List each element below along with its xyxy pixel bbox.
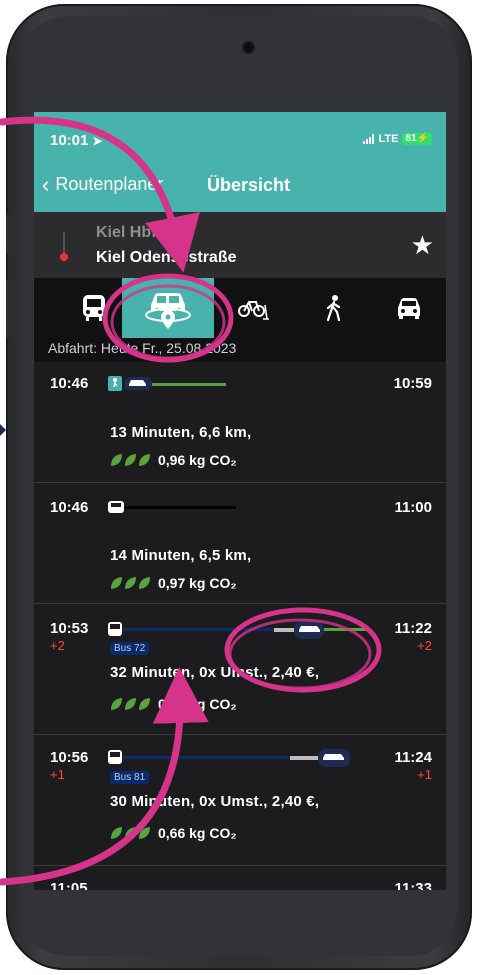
route-destination[interactable]: Kiel Odensestraße [96, 249, 237, 267]
network-label: LTE [378, 133, 399, 145]
route-timeline [108, 749, 350, 767]
departure-info[interactable]: Abfahrt: Heute Fr., 25.08.2023 [34, 338, 446, 362]
bus-bar [122, 628, 274, 631]
co2-info: 0,66 kg CO₂ [110, 825, 237, 841]
co2-value: 0,66 kg CO₂ [158, 825, 237, 841]
result-row-5[interactable]: 11:05 11:33 [34, 866, 446, 890]
navigation-bar: ‹ Routenplaner Übersicht [34, 160, 446, 212]
departure-delay: +2 [50, 638, 65, 653]
co2-info: 0,13 kg CO₂ [110, 696, 237, 712]
departure-time: 11:05 [50, 880, 88, 890]
mute-switch [6, 214, 11, 254]
co2-info: 0,96 kg CO₂ [110, 452, 237, 468]
route-summary: 30 Minuten, 0x Umst., 2,40 €, [110, 793, 320, 810]
back-label: Routenplaner [55, 174, 164, 194]
route-bar [152, 383, 226, 386]
tab-public-transport[interactable] [74, 278, 114, 338]
walk-bar [290, 756, 320, 760]
departure-delay: +1 [50, 767, 65, 782]
transport-mode-tabs [34, 278, 446, 338]
walk-bar [274, 628, 296, 632]
status-time: 10:01 ➤ [50, 132, 103, 149]
location-arrow-icon: ➤ [92, 134, 103, 148]
co2-info: 0,97 kg CO₂ [110, 575, 237, 591]
route-summary: 32 Minuten, 0x Umst., 2,40 €, [110, 664, 320, 681]
co2-value: 0,97 kg CO₂ [158, 575, 237, 591]
arrival-time: 11:22 [394, 620, 432, 637]
car-icon [398, 298, 420, 319]
tab-walk[interactable] [314, 278, 354, 338]
car-sharing-icon [145, 293, 191, 329]
route-timeline [108, 501, 236, 513]
route-timeline [108, 621, 366, 639]
departure-time: 10:53 [50, 620, 89, 637]
leaf-icons [111, 698, 150, 710]
destination-dot-icon [60, 253, 68, 261]
bus-bar [122, 756, 290, 759]
route-bar [124, 506, 236, 509]
co2-value: 0,96 kg CO₂ [158, 452, 237, 468]
route-connector-line [63, 232, 65, 254]
arrival-delay: +2 [417, 638, 432, 653]
camera [242, 41, 255, 54]
result-row-4[interactable]: 10:56 +1 11:24 +1 Bus 81 30 Minuten, 0x … [34, 735, 446, 866]
arrival-delay: +1 [417, 767, 432, 782]
tab-car[interactable] [389, 278, 429, 338]
leaf-icons [111, 827, 150, 839]
walk-icon [326, 295, 341, 322]
arrival-time: 11:00 [394, 499, 432, 516]
status-indicators: LTE 81⚡ [363, 133, 432, 145]
battery-level: 81 [405, 133, 417, 144]
result-row-1[interactable]: 10:46 10:59 13 Minuten, 6,6 km, 0,96 kg … [34, 362, 446, 483]
route-summary: 14 Minuten, 6,5 km, [110, 547, 252, 564]
bus-icon [83, 295, 105, 321]
bike-scooter-icon [238, 301, 269, 320]
route-header: Kiel Hbf Kiel Odensestraße ★ [34, 212, 446, 278]
volume-up-button [6, 279, 11, 339]
arrival-time: 10:59 [393, 375, 432, 392]
tab-car-sharing[interactable] [122, 278, 214, 338]
result-row-3[interactable]: 10:53 +2 11:22 +2 Bus 72 32 Minuten, 0x … [34, 604, 446, 735]
route-origin[interactable]: Kiel Hbf [96, 224, 156, 242]
battery-icon: 81⚡ [402, 133, 432, 145]
route-timeline [108, 376, 226, 391]
departure-time: 10:46 [50, 499, 89, 516]
bus-line-badge: Bus 81 [110, 771, 150, 784]
result-row-2[interactable]: 10:46 11:00 14 Minuten, 6,5 km, 0,97 kg … [34, 483, 446, 604]
route-summary: 13 Minuten, 6,6 km, [110, 424, 252, 441]
bus-line-badge: Bus 72 [110, 642, 150, 655]
arrival-time: 11:24 [394, 749, 432, 766]
leaf-icons [111, 577, 150, 589]
back-button[interactable]: ‹ Routenplaner [42, 171, 164, 197]
page-title: Übersicht [207, 175, 291, 195]
app-screen: 10:01 ➤ LTE 81⚡ ‹ Routenplaner Übersicht… [34, 112, 446, 890]
leaf-icons [111, 454, 150, 466]
co2-value: 0,13 kg CO₂ [158, 696, 237, 712]
route-bar [324, 628, 366, 631]
tab-bike-scooter[interactable] [234, 278, 274, 338]
status-bar: 10:01 ➤ LTE 81⚡ [34, 112, 446, 160]
status-time-text: 10:01 [50, 132, 89, 149]
favorite-star-icon[interactable]: ★ [411, 230, 434, 261]
departure-time: 10:46 [50, 375, 89, 392]
departure-time: 10:56 [50, 749, 89, 766]
chevron-left-icon: ‹ [42, 171, 50, 197]
results-list: 10:46 10:59 13 Minuten, 6,6 km, 0,96 kg … [34, 362, 446, 890]
arrival-time: 11:33 [394, 880, 432, 890]
signal-icon [363, 134, 375, 144]
